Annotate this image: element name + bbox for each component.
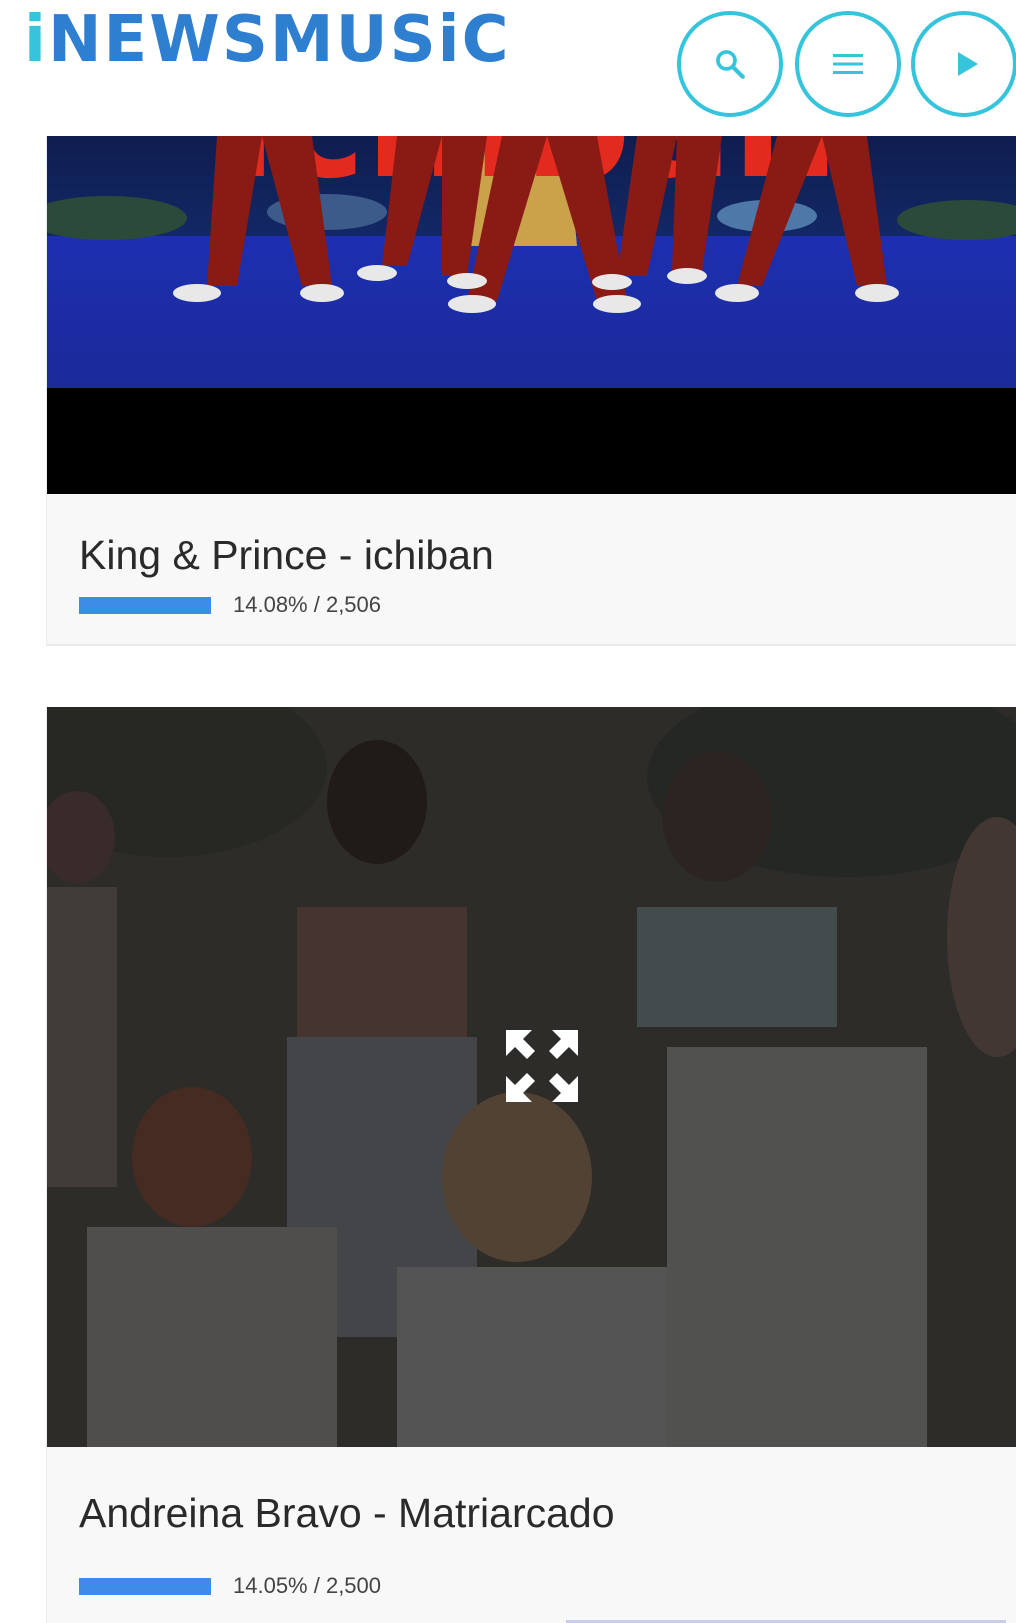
vote-progress-bar[interactable] [79, 1577, 211, 1595]
vote-stats: 14.05% / 2,500 [233, 1573, 382, 1598]
vote-progress-fill [79, 1577, 211, 1595]
song-title[interactable]: King & Prince - ichiban [79, 532, 494, 579]
search-icon [716, 50, 745, 79]
menu-button[interactable] [795, 11, 901, 117]
play-button[interactable] [911, 11, 1016, 117]
logo-text: NEWSMUSiC [47, 3, 511, 77]
expand-icon[interactable] [506, 1030, 578, 1102]
thumbnail-image: ichiban [47, 136, 1016, 494]
logo-accent: i [24, 3, 48, 77]
search-button[interactable] [677, 11, 783, 117]
video-card[interactable]: ichiban [46, 136, 1016, 646]
vote-progress-bar[interactable] [79, 596, 211, 614]
menu-icon [833, 54, 863, 74]
video-card[interactable]: Andreina Bravo - Matriarcado 14.05% / 2,… [46, 707, 1016, 1623]
video-thumbnail[interactable]: ichiban [47, 136, 1016, 494]
vote-stats: 14.08% / 2,506 [233, 592, 382, 617]
video-thumbnail[interactable] [47, 707, 1016, 1447]
site-logo[interactable]: iNEWSMUSiC [24, 4, 511, 76]
site-header: iNEWSMUSiC [0, 0, 1016, 136]
vote-row: 14.05% / 2,500 [79, 1573, 382, 1598]
song-title[interactable]: Andreina Bravo - Matriarcado [79, 1490, 615, 1537]
vote-progress-fill [79, 596, 211, 614]
vote-row: 14.08% / 2,506 [79, 592, 382, 617]
play-icon [958, 52, 978, 76]
